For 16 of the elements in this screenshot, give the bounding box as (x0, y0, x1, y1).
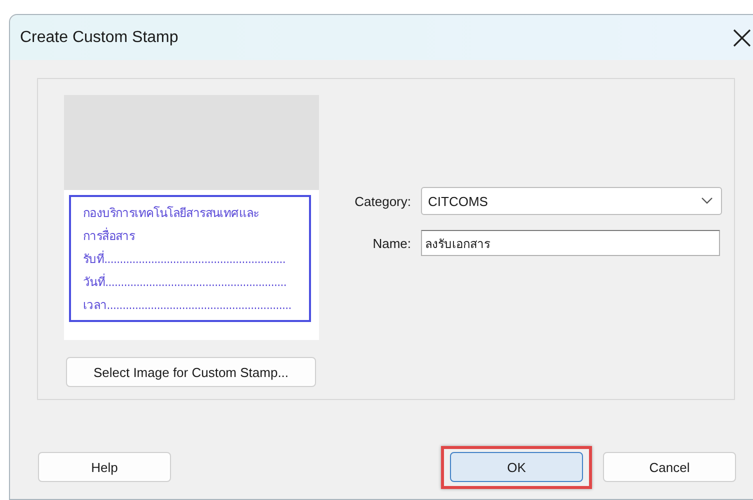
ok-button[interactable]: OK (450, 452, 583, 482)
window-title: Create Custom Stamp (20, 28, 180, 46)
stamp-text: กองบริการเทคโนโลยีสารสนเทศและ (83, 205, 260, 222)
category-label: Category: (354, 194, 411, 208)
select-image-button[interactable]: Select Image for Custom Stamp... (66, 357, 316, 387)
stamp-text: วันที่.......................................................... (83, 272, 288, 291)
stamp-text: รับที่.......................................................... (83, 250, 287, 268)
cancel-button[interactable]: Cancel (603, 452, 736, 482)
caret-icon[interactable] (701, 197, 713, 205)
name-label: Name: (372, 236, 411, 250)
help-button[interactable]: Help (38, 452, 171, 482)
close-icon[interactable] (732, 28, 752, 48)
stamp-text: การสื่อสาร (83, 226, 136, 245)
name-field[interactable]: ลงรับเอกสาร (421, 230, 720, 256)
stamp-text: เวลา........................................................... (83, 297, 292, 314)
category-dropdown[interactable]: CITCOMS (421, 187, 722, 215)
